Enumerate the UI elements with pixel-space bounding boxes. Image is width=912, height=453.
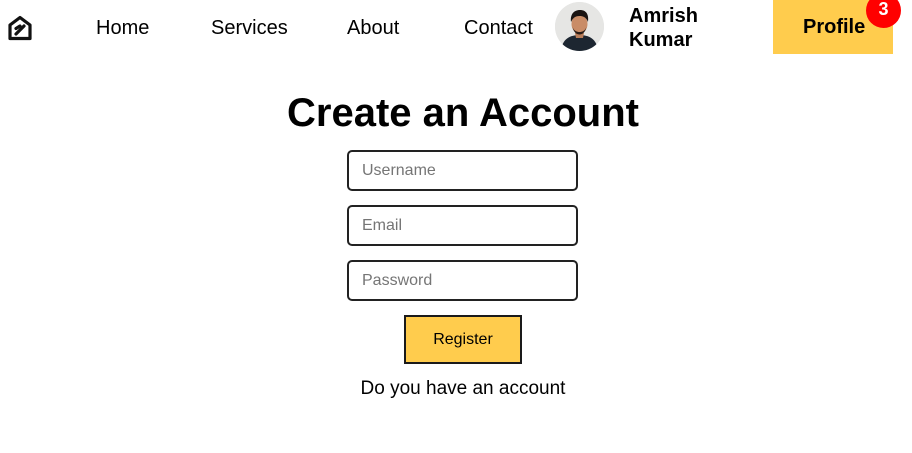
nav-link-services[interactable]: Services [211,16,288,40]
profile-button-label: Profile [803,16,866,38]
login-prompt[interactable]: Do you have an account [0,377,912,401]
user-avatar-image [555,2,604,51]
page: Home Services About Contact Amrish Kumar… [0,0,912,453]
username-field[interactable] [347,150,578,191]
user-first-name: Amrish [629,5,698,27]
navbar: Home Services About Contact Amrish Kumar… [0,0,912,56]
nav-link-about[interactable]: About [347,16,399,40]
house-logo-icon-graphic [8,15,32,41]
page-title: Create an Account [287,91,639,135]
register-button[interactable]: Register [404,315,522,364]
user-avatar[interactable] [555,2,604,51]
house-logo-icon[interactable] [7,15,33,41]
notification-badge: 3 [866,0,901,28]
email-field[interactable] [347,205,578,246]
nav-link-home[interactable]: Home [96,16,149,40]
nav-link-contact[interactable]: Contact [464,16,533,40]
password-field[interactable] [347,260,578,301]
user-last-name: Kumar [629,29,693,51]
user-name: Amrish Kumar [629,4,739,52]
